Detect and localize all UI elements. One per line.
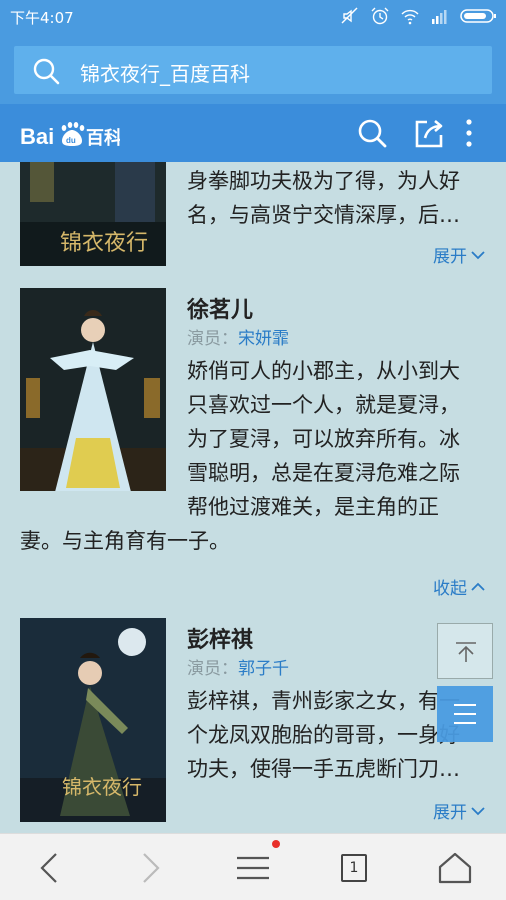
- character-description-tail: 妻。与主角育有一子。: [20, 529, 230, 553]
- list-item: 锦衣夜行 彭梓祺 演员：郭子千 彭梓祺，青州彭家之女，有一 个龙凤双胞胎的哥哥，…: [20, 618, 490, 828]
- alarm-icon: [371, 7, 389, 25]
- expand-button[interactable]: 展开: [433, 798, 486, 823]
- back-to-top-button[interactable]: [437, 623, 493, 679]
- battery-icon: [460, 9, 496, 23]
- status-bar: 下午4:07: [0, 0, 506, 34]
- bottom-nav: 1: [0, 833, 506, 900]
- share-icon[interactable]: [414, 118, 444, 148]
- list-item: 徐茗儿 演员：宋妍霏 娇俏可人的小郡主，从小到大 只喜欢过一个人，就是夏浔， 为…: [20, 288, 490, 608]
- expand-button[interactable]: 展开: [433, 242, 486, 267]
- character-description: 身拳脚功夫极为了得，为人好 名，与高贤宁交情深厚，后…: [187, 169, 460, 227]
- status-time: 下午4:07: [10, 9, 74, 27]
- forward-icon[interactable]: [130, 848, 170, 888]
- search-icon[interactable]: [357, 118, 387, 148]
- chevron-up-icon: [471, 582, 485, 591]
- baidu-baike-logo[interactable]: Bai du 百科: [20, 117, 120, 151]
- svg-text:Bai: Bai: [20, 124, 54, 149]
- address-title: 锦衣夜行_百度百科: [80, 62, 250, 86]
- address-bar[interactable]: 锦衣夜行_百度百科: [14, 46, 492, 94]
- character-name: 彭梓祺: [187, 628, 254, 653]
- status-icons: [340, 6, 498, 26]
- actor-link[interactable]: 宋妍霏: [238, 329, 289, 349]
- search-icon: [33, 58, 60, 85]
- notification-dot: [272, 840, 280, 848]
- baike-header: Bai du 百科: [0, 104, 506, 162]
- character-photo[interactable]: 锦衣夜行: [20, 618, 166, 822]
- collapse-button[interactable]: 收起: [433, 574, 486, 599]
- wifi-icon: [401, 9, 419, 25]
- catalog-button[interactable]: [437, 686, 493, 742]
- tabs-button[interactable]: 1: [341, 854, 367, 882]
- more-icon[interactable]: [462, 118, 476, 148]
- list-icon: [454, 704, 476, 724]
- character-description: 娇俏可人的小郡主，从小到大 只喜欢过一个人，就是夏浔， 为了夏浔，可以放弃所有。…: [187, 359, 460, 519]
- menu-icon[interactable]: [233, 848, 273, 888]
- mute-icon: [341, 7, 358, 24]
- home-icon[interactable]: [435, 848, 475, 888]
- chevron-down-icon: [471, 250, 485, 259]
- list-item: 锦衣夜行 身拳脚功夫极为了得，为人好 名，与高贤宁交情深厚，后… 展开: [20, 162, 490, 272]
- actor-line: 演员：郭子千: [187, 659, 289, 679]
- svg-text:锦衣夜行: 锦衣夜行: [60, 231, 148, 256]
- actor-link[interactable]: 郭子千: [238, 659, 289, 679]
- character-name: 徐茗儿: [187, 298, 254, 323]
- svg-text:锦衣夜行: 锦衣夜行: [62, 775, 142, 799]
- arrow-up-icon: [456, 642, 476, 662]
- actor-line: 演员：宋妍霏: [187, 329, 289, 349]
- signal-icon: [432, 10, 447, 24]
- character-list: 锦衣夜行 身拳脚功夫极为了得，为人好 名，与高贤宁交情深厚，后… 展开 徐茗儿 …: [0, 162, 506, 833]
- back-icon[interactable]: [30, 848, 70, 888]
- character-photo[interactable]: 锦衣夜行: [20, 162, 166, 266]
- character-photo[interactable]: [20, 288, 166, 491]
- svg-text:百科: 百科: [86, 127, 120, 149]
- svg-text:du: du: [66, 136, 76, 145]
- chevron-down-icon: [471, 806, 485, 815]
- address-bar-wrap: 锦衣夜行_百度百科: [0, 34, 506, 104]
